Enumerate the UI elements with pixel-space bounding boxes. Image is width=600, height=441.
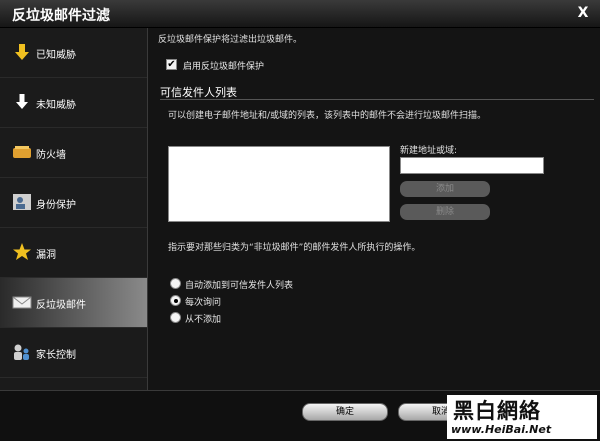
sidebar-item-identity[interactable]: 身份保护	[0, 178, 147, 228]
trusted-senders-title: 可信发件人列表	[160, 86, 237, 99]
sidebar-item-label: 防火墙	[36, 150, 66, 161]
sidebar-item-label: 已知威胁	[36, 50, 76, 61]
add-button[interactable]: 添加	[400, 181, 490, 197]
trusted-senders-description: 可以创建电子邮件地址和/或域的列表，该列表中的邮件不会进行垃圾邮件扫描。	[168, 111, 487, 121]
delete-button[interactable]: 删除	[400, 204, 490, 220]
mail-icon	[12, 296, 32, 309]
radio-label[interactable]: 每次询问	[185, 295, 221, 308]
section-divider	[160, 99, 594, 100]
sidebar-item-label: 漏洞	[36, 250, 56, 261]
radio-button[interactable]	[170, 278, 181, 289]
sidebar-item-label: 反垃圾邮件	[36, 300, 86, 311]
sidebar-item-antispam[interactable]: 反垃圾邮件	[0, 278, 147, 328]
sidebar-item-label: 身份保护	[36, 200, 76, 211]
arrow-down-yellow-icon	[15, 44, 29, 60]
trusted-senders-list[interactable]	[168, 146, 390, 222]
parental-icon	[14, 344, 29, 360]
radio-label[interactable]: 自动添加到可信发件人列表	[185, 278, 293, 291]
firewall-icon	[13, 146, 31, 158]
page-description: 反垃圾邮件保护将过滤出垃圾邮件。	[158, 35, 303, 45]
sidebar-item-parental-control[interactable]: 家长控制	[0, 328, 147, 378]
sidebar-item-unknown-threats[interactable]: 未知威胁	[0, 78, 147, 128]
watermark-logo: 黑白網絡	[453, 399, 541, 423]
arrow-down-white-icon	[16, 94, 28, 109]
main-content: 反垃圾邮件保护将过滤出垃圾邮件。 ✔ 启用反垃圾邮件保护 可信发件人列表 可以创…	[148, 28, 600, 390]
star-icon	[13, 243, 31, 260]
radio-button[interactable]	[170, 312, 181, 323]
window-title: 反垃圾邮件过滤	[12, 8, 110, 24]
ok-button[interactable]: 确定	[302, 403, 388, 421]
radio-button[interactable]	[170, 295, 181, 306]
enable-antispam-checkbox[interactable]: ✔	[166, 59, 177, 70]
new-address-label: 新建地址或域:	[400, 146, 458, 156]
sidebar-item-firewall[interactable]: 防火墙	[0, 128, 147, 178]
watermark-url: www.HeiBai.Net	[451, 423, 552, 436]
sidebar: 已知威胁 未知威胁 防火墙 身份保护 漏洞 反垃圾邮件 家长控制	[0, 28, 148, 390]
identity-icon	[13, 194, 31, 210]
title-bar: 反垃圾邮件过滤 X	[0, 0, 600, 28]
sidebar-item-label: 未知威胁	[36, 100, 76, 111]
sidebar-item-vulnerability[interactable]: 漏洞	[0, 228, 147, 278]
close-button[interactable]: X	[574, 3, 592, 23]
watermark: 黑白網絡 www.HeiBai.Net	[447, 395, 597, 439]
sidebar-item-known-threats[interactable]: 已知威胁	[0, 28, 147, 78]
sidebar-item-label: 家长控制	[36, 350, 76, 361]
enable-antispam-label[interactable]: 启用反垃圾邮件保护	[183, 59, 264, 72]
radio-label[interactable]: 从不添加	[185, 312, 221, 325]
new-address-input[interactable]	[400, 157, 544, 174]
non-spam-action-hint: 指示要对那些归类为“非垃圾邮件”的邮件发件人所执行的操作。	[168, 243, 421, 253]
